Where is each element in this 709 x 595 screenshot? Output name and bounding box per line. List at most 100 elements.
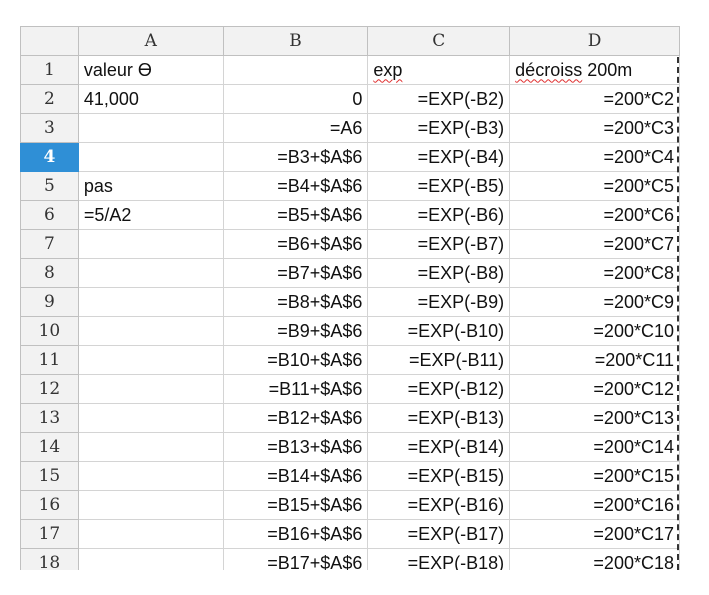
cell-c8[interactable]: =EXP(-B8) bbox=[367, 258, 511, 288]
table-row: 10 =B9+$A$6 =EXP(-B10) =200*C10 bbox=[20, 316, 680, 346]
row-header[interactable]: 9 bbox=[20, 287, 79, 317]
table-row: 3 =A6 =EXP(-B3) =200*C3 bbox=[20, 113, 680, 143]
cell-a11[interactable] bbox=[77, 345, 224, 375]
cell-b2[interactable]: 0 bbox=[222, 84, 369, 114]
cell-d6[interactable]: =200*C6 bbox=[509, 200, 680, 230]
row-header[interactable]: 17 bbox=[20, 519, 79, 549]
table-row: 5 pas =B4+$A$6 =EXP(-B5) =200*C5 bbox=[20, 171, 680, 201]
cell-d7[interactable]: =200*C7 bbox=[509, 229, 680, 259]
cell-c4[interactable]: =EXP(-B4) bbox=[367, 142, 511, 172]
column-header-a[interactable]: A bbox=[77, 26, 224, 56]
cell-a2[interactable]: 41,000 bbox=[77, 84, 224, 114]
cell-d5[interactable]: =200*C5 bbox=[509, 171, 680, 201]
cell-d13[interactable]: =200*C13 bbox=[509, 403, 680, 433]
table-row: 18 =B17+$A$6 =EXP(-B18) =200*C18 bbox=[20, 548, 680, 570]
cell-b15[interactable]: =B14+$A$6 bbox=[222, 461, 369, 491]
cell-d3[interactable]: =200*C3 bbox=[509, 113, 680, 143]
cell-d9[interactable]: =200*C9 bbox=[509, 287, 680, 317]
cell-b12[interactable]: =B11+$A$6 bbox=[222, 374, 369, 404]
cell-a14[interactable] bbox=[77, 432, 224, 462]
cell-a5[interactable]: pas bbox=[77, 171, 224, 201]
cell-b4[interactable]: =B3+$A$6 bbox=[222, 142, 369, 172]
row-header[interactable]: 1 bbox=[20, 55, 79, 85]
cell-d15[interactable]: =200*C15 bbox=[509, 461, 680, 491]
cell-a17[interactable] bbox=[77, 519, 224, 549]
cell-c9[interactable]: =EXP(-B9) bbox=[367, 287, 511, 317]
cell-b11[interactable]: =B10+$A$6 bbox=[222, 345, 369, 375]
cell-a1[interactable]: valeur ϴ bbox=[77, 55, 224, 85]
cell-b16[interactable]: =B15+$A$6 bbox=[222, 490, 369, 520]
cell-a6[interactable]: =5/A2 bbox=[77, 200, 224, 230]
cell-d8[interactable]: =200*C8 bbox=[509, 258, 680, 288]
cell-d1[interactable]: décroiss 200m bbox=[509, 55, 680, 85]
cell-b10[interactable]: =B9+$A$6 bbox=[222, 316, 369, 346]
cell-a18[interactable] bbox=[77, 548, 224, 570]
cell-b6[interactable]: =B5+$A$6 bbox=[222, 200, 369, 230]
cell-c5[interactable]: =EXP(-B5) bbox=[367, 171, 511, 201]
cell-c7[interactable]: =EXP(-B7) bbox=[367, 229, 511, 259]
row-header[interactable]: 6 bbox=[20, 200, 79, 230]
cell-a9[interactable] bbox=[77, 287, 224, 317]
cell-b7[interactable]: =B6+$A$6 bbox=[222, 229, 369, 259]
cell-a3[interactable] bbox=[77, 113, 224, 143]
row-header[interactable]: 18 bbox=[20, 548, 79, 570]
cell-a7[interactable] bbox=[77, 229, 224, 259]
cell-d16[interactable]: =200*C16 bbox=[509, 490, 680, 520]
cell-a15[interactable] bbox=[77, 461, 224, 491]
row-header[interactable]: 12 bbox=[20, 374, 79, 404]
cell-c11[interactable]: =EXP(-B11) bbox=[367, 345, 511, 375]
cell-c12[interactable]: =EXP(-B12) bbox=[367, 374, 511, 404]
cell-a16[interactable] bbox=[77, 490, 224, 520]
cell-c17[interactable]: =EXP(-B17) bbox=[367, 519, 511, 549]
row-header[interactable]: 4 bbox=[20, 142, 79, 172]
column-header-b[interactable]: B bbox=[222, 26, 369, 56]
row-header[interactable]: 11 bbox=[20, 345, 79, 375]
cell-d2[interactable]: =200*C2 bbox=[509, 84, 680, 114]
column-header-d[interactable]: D bbox=[509, 26, 680, 56]
row-header[interactable]: 7 bbox=[20, 229, 79, 259]
cell-b8[interactable]: =B7+$A$6 bbox=[222, 258, 369, 288]
cell-d12[interactable]: =200*C12 bbox=[509, 374, 680, 404]
cell-b5[interactable]: =B4+$A$6 bbox=[222, 171, 369, 201]
cell-c2[interactable]: =EXP(-B2) bbox=[367, 84, 511, 114]
row-header[interactable]: 15 bbox=[20, 461, 79, 491]
row-header[interactable]: 13 bbox=[20, 403, 79, 433]
row-header[interactable]: 14 bbox=[20, 432, 79, 462]
cell-a8[interactable] bbox=[77, 258, 224, 288]
cell-d18[interactable]: =200*C18 bbox=[509, 548, 680, 570]
cell-c10[interactable]: =EXP(-B10) bbox=[367, 316, 511, 346]
cell-b14[interactable]: =B13+$A$6 bbox=[222, 432, 369, 462]
row-header[interactable]: 3 bbox=[20, 113, 79, 143]
cell-b17[interactable]: =B16+$A$6 bbox=[222, 519, 369, 549]
select-all-corner[interactable] bbox=[20, 26, 79, 56]
cell-c14[interactable]: =EXP(-B14) bbox=[367, 432, 511, 462]
cell-b9[interactable]: =B8+$A$6 bbox=[222, 287, 369, 317]
cell-c6[interactable]: =EXP(-B6) bbox=[367, 200, 511, 230]
row-header[interactable]: 8 bbox=[20, 258, 79, 288]
cell-c13[interactable]: =EXP(-B13) bbox=[367, 403, 511, 433]
cell-c3[interactable]: =EXP(-B3) bbox=[367, 113, 511, 143]
row-header[interactable]: 16 bbox=[20, 490, 79, 520]
cell-c15[interactable]: =EXP(-B15) bbox=[367, 461, 511, 491]
cell-d10[interactable]: =200*C10 bbox=[509, 316, 680, 346]
cell-d11[interactable]: =200*C11 bbox=[509, 345, 680, 375]
row-header[interactable]: 5 bbox=[20, 171, 79, 201]
cell-b13[interactable]: =B12+$A$6 bbox=[222, 403, 369, 433]
cell-a10[interactable] bbox=[77, 316, 224, 346]
cell-d17[interactable]: =200*C17 bbox=[509, 519, 680, 549]
column-header-c[interactable]: C bbox=[367, 26, 511, 56]
cell-a12[interactable] bbox=[77, 374, 224, 404]
row-header[interactable]: 2 bbox=[20, 84, 79, 114]
cell-a13[interactable] bbox=[77, 403, 224, 433]
cell-b3[interactable]: =A6 bbox=[222, 113, 369, 143]
cell-d14[interactable]: =200*C14 bbox=[509, 432, 680, 462]
cell-c18[interactable]: =EXP(-B18) bbox=[367, 548, 511, 570]
row-header[interactable]: 10 bbox=[20, 316, 79, 346]
cell-b1[interactable] bbox=[222, 55, 369, 85]
cell-d4[interactable]: =200*C4 bbox=[509, 142, 680, 172]
cell-c16[interactable]: =EXP(-B16) bbox=[367, 490, 511, 520]
cell-b18[interactable]: =B17+$A$6 bbox=[222, 548, 369, 570]
cell-c1[interactable]: exp bbox=[367, 55, 511, 85]
cell-a4[interactable] bbox=[77, 142, 224, 172]
cell-text: décroiss 200m bbox=[515, 59, 633, 80]
